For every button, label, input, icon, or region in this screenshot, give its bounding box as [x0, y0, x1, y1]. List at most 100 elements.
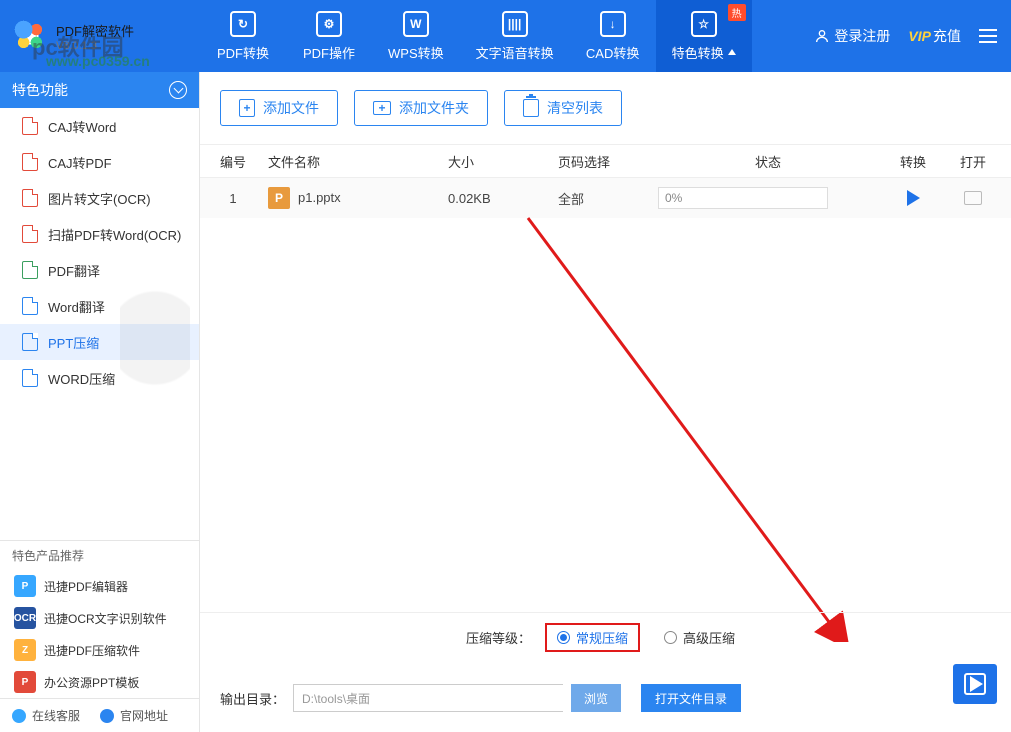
sidebar-item-6[interactable]: PPT压缩	[0, 324, 199, 360]
sidebar-item-3[interactable]: 扫描PDF转Word(OCR)	[0, 216, 199, 252]
promo-icon: P	[14, 671, 36, 693]
menu-icon[interactable]	[979, 29, 997, 43]
vip-recharge-button[interactable]: VIP充值	[908, 26, 961, 46]
file-icon	[22, 153, 38, 171]
sidebar-item-label: CAJ转Word	[48, 117, 116, 136]
logo-block: PDF解密软件 V8.0.1.3	[0, 0, 200, 72]
open-folder-button[interactable]: 打开文件目录	[641, 684, 741, 712]
play-frame-icon	[964, 673, 986, 695]
file-icon	[22, 333, 38, 351]
promo-list: P 迅捷PDF编辑器 OCR 迅捷OCR文字识别软件 Z 迅捷PDF压缩软件 P 办公资源PP…	[0, 570, 199, 698]
sidebar-item-1[interactable]: CAJ转PDF	[0, 144, 199, 180]
sidebar-item-4[interactable]: PDF翻译	[0, 252, 199, 288]
sidebar-item-label: PPT压缩	[48, 333, 99, 352]
promo-header: 特色产品推荐	[0, 540, 199, 570]
sidebar-item-5[interactable]: Word翻译	[0, 288, 199, 324]
promo-item-2[interactable]: Z 迅捷PDF压缩软件	[0, 634, 199, 666]
table-header: 编号 文件名称 大小 页码选择 状态 转换 打开	[200, 144, 1011, 178]
person-icon	[814, 28, 830, 44]
col-open: 打开	[948, 152, 998, 171]
row-name: Pp1.pptx	[258, 187, 448, 209]
refresh-icon: ↻	[230, 11, 256, 37]
download-icon: ↓	[600, 11, 626, 37]
col-status: 状态	[658, 152, 878, 171]
app-logo-icon	[10, 16, 50, 56]
file-icon	[22, 189, 38, 207]
tab-wps-convert[interactable]: W WPS转换	[372, 0, 460, 72]
sidebar-footer: 在线客服 官网地址	[0, 698, 199, 732]
file-icon	[22, 297, 38, 315]
radio-normal-compress[interactable]: 常规压缩	[545, 623, 640, 652]
wave-icon: ||||	[502, 11, 528, 37]
promo-label: 迅捷PDF压缩软件	[44, 642, 140, 659]
star-icon: ☆	[691, 11, 717, 37]
promo-item-3[interactable]: P 办公资源PPT模板	[0, 666, 199, 698]
toolbar: 添加文件 添加文件夹 清空列表	[200, 72, 1011, 144]
chevron-down-icon	[169, 81, 187, 99]
login-button[interactable]: 登录注册	[814, 26, 890, 46]
open-folder-button[interactable]	[964, 191, 982, 205]
sidebar-item-label: WORD压缩	[48, 369, 115, 388]
row-status	[658, 187, 878, 209]
ppt-icon: P	[268, 187, 290, 209]
add-file-button[interactable]: 添加文件	[220, 90, 338, 126]
promo-label: 办公资源PPT模板	[44, 674, 139, 691]
radio-advanced-compress[interactable]: 高级压缩	[654, 625, 745, 650]
promo-icon: Z	[14, 639, 36, 661]
main-area: 添加文件 添加文件夹 清空列表 编号 文件名称 大小 页码选择 状态 转换 打开…	[200, 72, 1011, 732]
tab-text-voice[interactable]: |||| 文字语音转换	[460, 0, 570, 72]
promo-item-0[interactable]: P 迅捷PDF编辑器	[0, 570, 199, 602]
convert-button[interactable]	[907, 190, 920, 206]
radio-icon	[664, 631, 677, 644]
col-convert: 转换	[878, 152, 948, 171]
output-label: 输出目录：	[220, 689, 285, 708]
tab-cad-convert[interactable]: ↓ CAD转换	[570, 0, 656, 72]
col-size: 大小	[448, 152, 558, 171]
file-icon	[22, 117, 38, 135]
col-no: 编号	[208, 152, 258, 171]
sidebar-item-label: CAJ转PDF	[48, 153, 112, 172]
output-path-input[interactable]	[293, 684, 563, 712]
ie-icon	[100, 709, 114, 723]
app-title: PDF解密软件	[56, 21, 134, 40]
header-right: 登录注册 VIP充值	[814, 0, 997, 72]
row-page[interactable]: 全部	[558, 189, 658, 208]
promo-item-1[interactable]: OCR 迅捷OCR文字识别软件	[0, 602, 199, 634]
support-icon	[12, 709, 26, 723]
sidebar-list: CAJ转Word CAJ转PDF 图片转文字(OCR) 扫描PDF转Word(OCR)…	[0, 108, 199, 396]
table-row[interactable]: 1 Pp1.pptx 0.02KB 全部	[200, 178, 1011, 218]
tab-special-convert[interactable]: 热 ☆ 特色转换	[656, 0, 752, 72]
promo-label: 迅捷PDF编辑器	[44, 578, 128, 595]
file-icon	[22, 225, 38, 243]
add-folder-button[interactable]: 添加文件夹	[354, 90, 488, 126]
sidebar-header[interactable]: 特色功能	[0, 72, 199, 108]
browse-button[interactable]: 浏览	[571, 684, 621, 712]
sidebar-item-7[interactable]: WORD压缩	[0, 360, 199, 396]
website-link[interactable]: 官网地址	[120, 707, 168, 724]
trash-icon	[523, 99, 539, 117]
col-page: 页码选择	[558, 152, 658, 171]
tab-pdf-operate[interactable]: ⚙ PDF操作	[286, 0, 372, 72]
tab-pdf-convert[interactable]: ↻ PDF转换	[200, 0, 286, 72]
sidebar-item-2[interactable]: 图片转文字(OCR)	[0, 180, 199, 216]
file-icon	[22, 369, 38, 387]
promo-icon: P	[14, 575, 36, 597]
compress-label: 压缩等级：	[466, 628, 531, 647]
sidebar-item-label: 扫描PDF转Word(OCR)	[48, 225, 181, 244]
wps-icon: W	[403, 11, 429, 37]
promo-icon: OCR	[14, 607, 36, 629]
row-size: 0.02KB	[448, 191, 558, 206]
header-tabs: ↻ PDF转换 ⚙ PDF操作 W WPS转换 |||| 文字语音转换 ↓ CA…	[200, 0, 752, 72]
file-icon	[22, 261, 38, 279]
support-link[interactable]: 在线客服	[32, 707, 80, 724]
chevron-up-icon	[728, 49, 736, 55]
start-button[interactable]	[953, 664, 997, 704]
promo-label: 迅捷OCR文字识别软件	[44, 610, 167, 627]
sidebar-item-0[interactable]: CAJ转Word	[0, 108, 199, 144]
compress-level-row: 压缩等级： 常规压缩 高级压缩	[200, 612, 1011, 662]
row-no: 1	[208, 191, 258, 206]
sidebar-item-label: 图片转文字(OCR)	[48, 189, 151, 208]
gear-icon: ⚙	[316, 11, 342, 37]
progress-field	[658, 187, 828, 209]
clear-list-button[interactable]: 清空列表	[504, 90, 622, 126]
